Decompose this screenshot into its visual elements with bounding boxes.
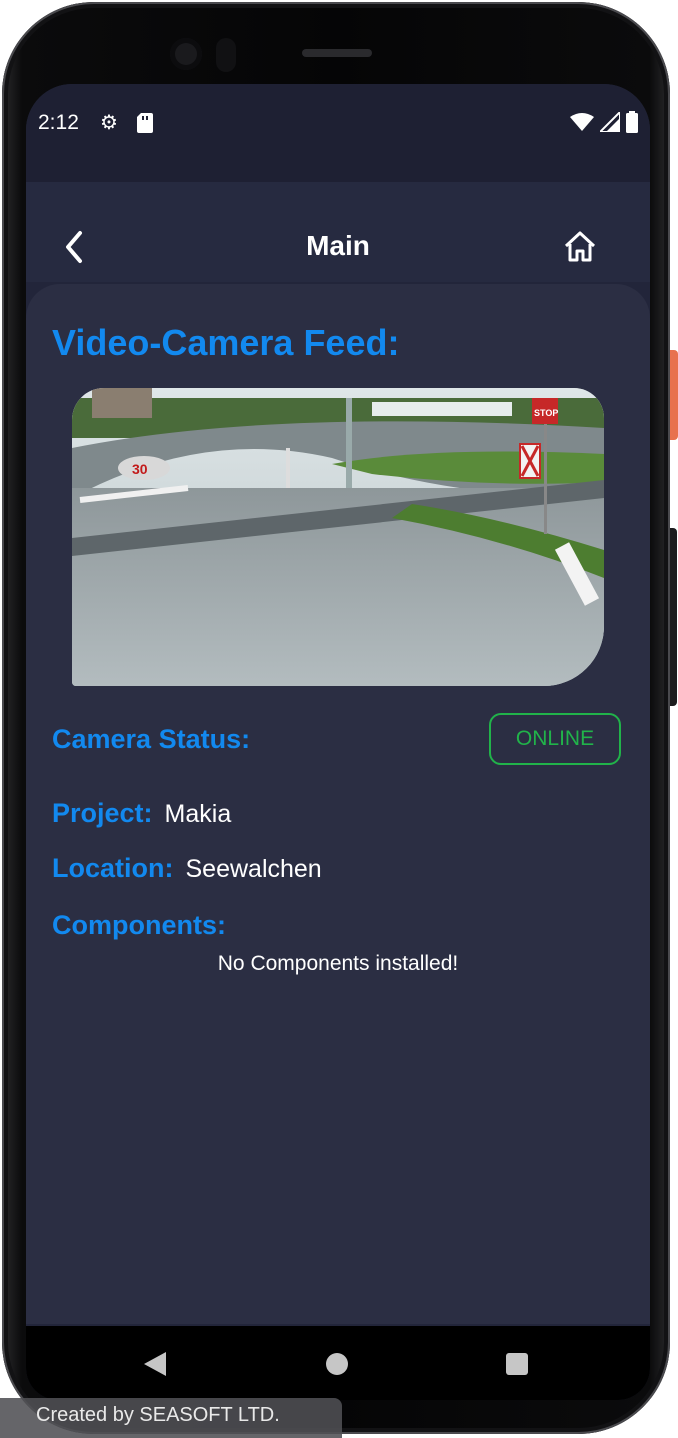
project-value: Makia <box>164 800 232 828</box>
location-value: Seewalchen <box>185 855 322 883</box>
recents-square-icon[interactable] <box>506 1353 528 1375</box>
status-icons-right <box>570 109 638 138</box>
gear-icon: ⚙ <box>100 112 118 134</box>
back-triangle-icon[interactable] <box>144 1352 166 1381</box>
battery-icon <box>626 111 638 138</box>
status-bar: 2:12 ⚙ <box>26 84 650 182</box>
content-card: Video-Camera Feed: 30 STOP Camera Status… <box>26 284 650 1324</box>
volume-button <box>670 528 677 706</box>
screen: 2:12 ⚙ Main Video-Camera Feed: 30 STOP C… <box>26 84 650 1400</box>
svg-text:30: 30 <box>132 461 148 477</box>
home-icon <box>564 231 596 262</box>
project-label: Project: <box>52 798 153 828</box>
camera-feed-image[interactable]: 30 STOP <box>72 388 604 686</box>
watermark-text: Created by SEASOFT LTD. <box>36 1404 280 1426</box>
app-bar: Main <box>26 182 650 282</box>
watermark: Created by SEASOFT LTD. <box>0 1398 342 1438</box>
camera-status-label: Camera Status: <box>52 724 251 754</box>
system-nav-bar <box>26 1326 650 1400</box>
page-title: Main <box>306 230 370 261</box>
location-label: Location: <box>52 853 174 883</box>
project-row: Project: Makia <box>52 798 231 829</box>
home-circle-icon[interactable] <box>326 1353 348 1375</box>
cell-signal-icon <box>597 109 621 137</box>
power-button <box>670 350 678 440</box>
home-button[interactable] <box>562 230 598 264</box>
components-label: Components: <box>52 910 226 940</box>
status-time: 2:12 <box>38 111 79 134</box>
earpiece-speaker <box>302 49 372 57</box>
wifi-icon <box>570 112 594 137</box>
front-camera <box>170 38 202 70</box>
components-empty-text: No Components installed! <box>217 952 459 975</box>
feed-heading: Video-Camera Feed: <box>52 322 400 363</box>
proximity-sensor <box>216 38 236 72</box>
sd-card-icon <box>137 113 153 138</box>
location-row: Location: Seewalchen <box>52 853 322 884</box>
status-badge: ONLINE <box>489 713 621 765</box>
